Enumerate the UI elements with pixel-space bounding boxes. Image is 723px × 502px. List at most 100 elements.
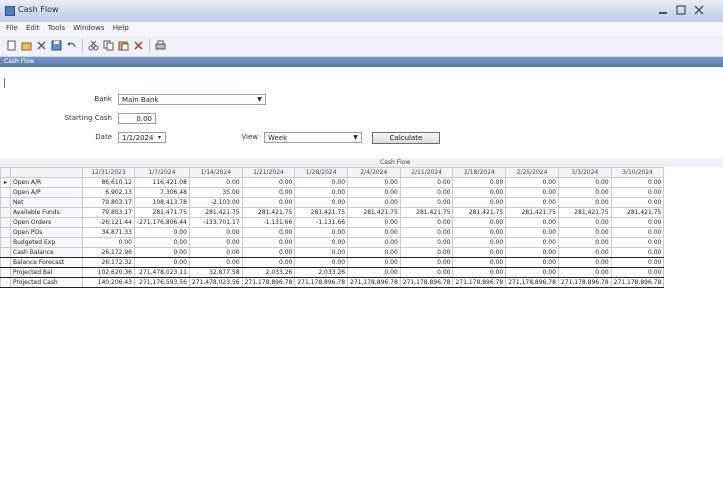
save-icon[interactable] xyxy=(51,40,62,51)
grid-cell[interactable]: 0.00 xyxy=(399,217,454,228)
grid-cell[interactable]: 0.00 xyxy=(399,247,454,258)
chevron-down-icon[interactable]: ▾ xyxy=(155,134,164,141)
table-row[interactable]: Net 79,803.17 108,413.78 -2,103.00 0.00 0.00 0… xyxy=(0,197,665,208)
grid-cell[interactable]: 271,178,896.78 xyxy=(294,277,349,288)
calculate-button[interactable]: Calculate xyxy=(372,132,440,144)
grid-cell[interactable]: 0.00 xyxy=(347,237,401,248)
grid-cell[interactable]: 35.00 xyxy=(188,187,243,198)
grid-cell[interactable]: 281,421.75 xyxy=(505,207,559,218)
undo-icon[interactable] xyxy=(66,40,77,51)
grid-cell[interactable]: 0.00 xyxy=(347,267,401,278)
grid-cell[interactable]: 0.00 xyxy=(452,187,507,198)
grid-cell[interactable]: 0.00 xyxy=(557,227,612,238)
date-picker[interactable]: 1/1/2024 ▾ xyxy=(118,132,166,143)
grid-cell[interactable]: 2,033.26 xyxy=(241,267,296,278)
grid-cell[interactable]: 281,471.75 xyxy=(134,207,190,218)
grid-cell[interactable]: 102,620.36 xyxy=(82,267,135,278)
row-indicator[interactable] xyxy=(0,187,11,198)
table-row[interactable]: Balance Forecast 26,172.32 0.00 0.00 0.00 0.0… xyxy=(0,257,665,268)
grid-cell[interactable]: 281,421.75 xyxy=(452,207,507,218)
grid-cell[interactable]: 0.00 xyxy=(610,197,665,208)
grid-cell[interactable]: -271,176,806.44 xyxy=(134,217,190,228)
grid-cell[interactable]: 0.00 xyxy=(347,257,401,268)
grid-cell[interactable]: 0.00 xyxy=(557,177,612,188)
grid-cell[interactable]: 140,206.43 xyxy=(82,277,135,288)
grid-cell[interactable]: 0.00 xyxy=(188,227,243,238)
table-row[interactable]: Projected Cash 140,206.43 271,176,593.56 27… xyxy=(0,277,665,288)
grid-cell[interactable]: 271,178,896.78 xyxy=(399,277,454,288)
grid-cell[interactable]: 0.00 xyxy=(241,187,296,198)
grid-cell[interactable]: 0.00 xyxy=(505,247,559,258)
chevron-down-icon[interactable]: ▼ xyxy=(351,134,360,141)
grid-cell[interactable]: 0.00 xyxy=(347,217,401,228)
grid-cell[interactable]: 32,877.58 xyxy=(188,267,243,278)
menu-edit[interactable]: Edit xyxy=(26,24,40,32)
splitter[interactable] xyxy=(4,78,5,88)
grid-cell[interactable]: 0.00 xyxy=(610,177,665,188)
grid-cell[interactable]: 0.00 xyxy=(294,237,349,248)
grid-cell[interactable]: -1,131.66 xyxy=(294,217,349,228)
grid-cell[interactable]: 0.00 xyxy=(505,197,559,208)
grid-cell[interactable]: 0.00 xyxy=(452,197,507,208)
print-icon[interactable] xyxy=(155,40,166,51)
grid-cell[interactable]: 271,178,896.78 xyxy=(610,277,665,288)
grid-cell[interactable]: 0.00 xyxy=(134,257,190,268)
row-indicator[interactable] xyxy=(0,207,11,218)
grid-cell[interactable]: -1,131.66 xyxy=(241,217,296,228)
grid-cell[interactable]: 0.00 xyxy=(241,237,296,248)
grid-cell[interactable]: 0.00 xyxy=(610,187,665,198)
grid-cell[interactable]: 0.00 xyxy=(452,267,507,278)
grid-cell[interactable]: 271,178,896.78 xyxy=(241,277,296,288)
paste-icon[interactable] xyxy=(118,40,129,51)
grid-cell[interactable]: 271,178,896.78 xyxy=(557,277,612,288)
table-row[interactable]: Open A/P 6,902.13 7,306.48 35.00 0.00 0.00 0.0… xyxy=(0,187,665,198)
grid-column-header[interactable]: 2/4/2024 xyxy=(347,167,401,178)
grid-cell[interactable]: 271,478,023.56 xyxy=(188,277,243,288)
grid-cell[interactable]: 0.00 xyxy=(557,267,612,278)
grid-cell[interactable]: 0.00 xyxy=(294,227,349,238)
row-indicator[interactable] xyxy=(0,227,11,238)
grid-cell[interactable]: 281,421.75 xyxy=(610,207,665,218)
grid-cell[interactable]: 0.00 xyxy=(452,257,507,268)
grid-cell[interactable]: 0.00 xyxy=(505,227,559,238)
delete-icon[interactable] xyxy=(133,40,144,51)
grid-cell[interactable]: 281,421.75 xyxy=(347,207,401,218)
grid-cell[interactable]: 0.00 xyxy=(610,247,665,258)
bank-select[interactable]: Main Bank ▼ xyxy=(118,94,266,105)
new-icon[interactable] xyxy=(6,40,17,51)
grid-cell[interactable]: 0.00 xyxy=(134,227,190,238)
menu-tools[interactable]: Tools xyxy=(48,24,65,32)
maximize-icon[interactable] xyxy=(674,4,688,16)
grid-cell[interactable]: 0.00 xyxy=(347,227,401,238)
grid-cell[interactable]: 0.00 xyxy=(452,227,507,238)
menu-windows[interactable]: Windows xyxy=(73,24,104,32)
grid-cell[interactable]: 281,421.75 xyxy=(241,207,296,218)
table-row[interactable]: Open POs 34,871.33 0.00 0.00 0.00 0.00 0.00 0.0… xyxy=(0,227,665,238)
grid-cell[interactable]: 0.00 xyxy=(399,197,454,208)
view-select[interactable]: Week ▼ xyxy=(264,132,362,143)
grid-cell[interactable]: 271,178,896.78 xyxy=(347,277,401,288)
grid-cell[interactable]: 281,421.75 xyxy=(399,207,454,218)
copy-icon[interactable] xyxy=(103,40,114,51)
grid-cell[interactable]: 0.00 xyxy=(241,227,296,238)
grid-column-header[interactable]: 1/7/2024 xyxy=(134,167,190,178)
grid-cell[interactable]: 0.00 xyxy=(241,197,296,208)
grid-cell[interactable]: 0.00 xyxy=(557,197,612,208)
grid-cell[interactable]: 0.00 xyxy=(557,247,612,258)
grid-cell[interactable]: 0.00 xyxy=(294,177,349,188)
grid-cell[interactable]: 0.00 xyxy=(294,197,349,208)
grid-cell[interactable]: 116,421.08 xyxy=(134,177,190,188)
grid-cell[interactable]: 0.00 xyxy=(241,247,296,258)
grid-cell[interactable]: 0.00 xyxy=(347,177,401,188)
close-window-icon[interactable] xyxy=(692,4,706,16)
grid-cell[interactable]: 271,478,023.11 xyxy=(134,267,190,278)
grid-column-header[interactable]: 3/10/2024 xyxy=(610,167,665,178)
grid-column-header[interactable]: 3/3/2024 xyxy=(557,167,612,178)
grid-cell[interactable]: 271,176,593.56 xyxy=(134,277,190,288)
grid-cell[interactable]: 0.00 xyxy=(188,247,243,258)
grid-cell[interactable]: 0.00 xyxy=(557,217,612,228)
grid-cell[interactable]: 0.00 xyxy=(134,247,190,258)
grid-cell[interactable]: 0.00 xyxy=(82,237,135,248)
grid-cell[interactable]: 0.00 xyxy=(610,257,665,268)
grid-cell[interactable]: 0.00 xyxy=(505,177,559,188)
